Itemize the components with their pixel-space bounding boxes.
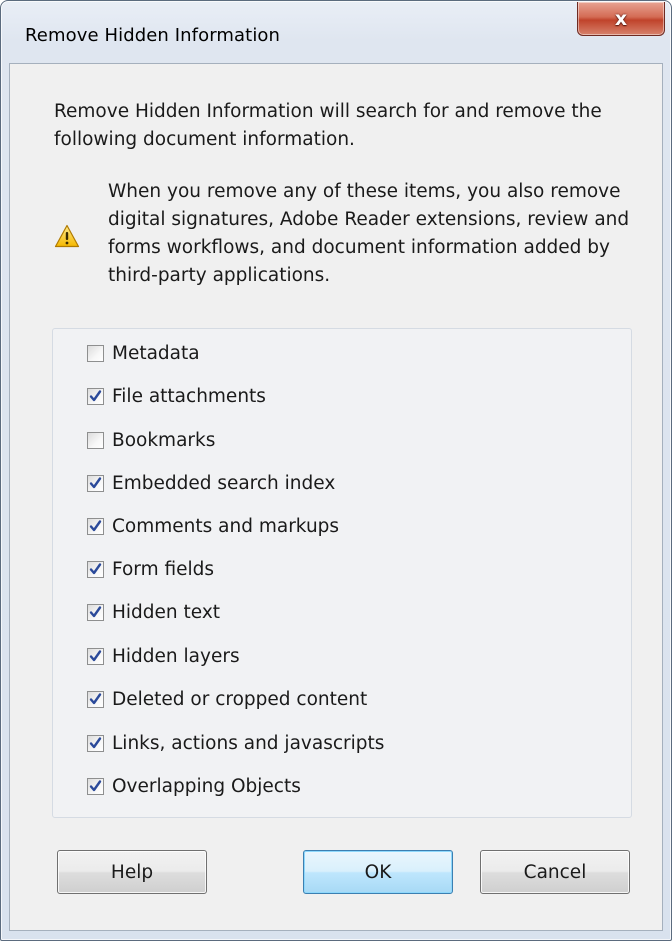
option-label: Form fields xyxy=(112,558,215,580)
option-hidden-text[interactable]: Hidden text xyxy=(87,598,220,626)
intro-text: Remove Hidden Information will search fo… xyxy=(54,101,602,150)
option-label: Links, actions and javascripts xyxy=(112,732,385,754)
option-label: Overlapping Objects xyxy=(112,775,301,797)
embedded-search-index-checkbox[interactable] xyxy=(87,474,104,492)
metadata-checkbox[interactable] xyxy=(87,344,104,362)
hidden-layers-checkbox[interactable] xyxy=(87,647,104,665)
option-overlapping-objects[interactable]: Overlapping Objects xyxy=(87,772,301,800)
close-icon: x xyxy=(614,7,628,30)
option-label: Bookmarks xyxy=(112,429,216,451)
dialog-body: Remove Hidden Information will search fo… xyxy=(9,63,663,931)
option-links-actions-javascripts[interactable]: Links, actions and javascripts xyxy=(87,729,384,757)
ok-button[interactable]: OK xyxy=(303,850,453,894)
option-comments-and-markups[interactable]: Comments and markups xyxy=(87,512,339,540)
options-panel: Metadata File attachments Bookmarks Embe… xyxy=(52,328,632,818)
check-mark-icon xyxy=(89,692,102,704)
hidden-text-checkbox[interactable] xyxy=(87,603,104,621)
check-mark-icon xyxy=(89,649,102,661)
check-mark-icon xyxy=(89,779,102,791)
window-title: Remove Hidden Information xyxy=(25,25,281,46)
comments-and-markups-checkbox[interactable] xyxy=(87,517,104,535)
check-mark-icon xyxy=(89,736,102,748)
warning-triangle-icon xyxy=(54,224,80,248)
check-mark-icon xyxy=(89,605,102,617)
option-label: Metadata xyxy=(112,342,200,364)
option-label: Comments and markups xyxy=(112,515,340,537)
option-label: File attachments xyxy=(112,385,266,407)
title-bar[interactable]: Remove Hidden Information xyxy=(1,1,671,61)
help-button[interactable]: Help xyxy=(57,850,207,894)
option-deleted-or-cropped-content[interactable]: Deleted or cropped content xyxy=(87,685,367,713)
deleted-or-cropped-content-checkbox[interactable] xyxy=(87,690,104,708)
option-label: Deleted or cropped content xyxy=(112,688,368,710)
check-mark-icon xyxy=(89,476,102,488)
file-attachments-checkbox[interactable] xyxy=(87,387,104,405)
overlapping-objects-checkbox[interactable] xyxy=(87,777,104,795)
check-mark-icon xyxy=(89,562,102,574)
option-hidden-layers[interactable]: Hidden layers xyxy=(87,642,240,670)
option-file-attachments[interactable]: File attachments xyxy=(87,382,266,410)
option-form-fields[interactable]: Form fields xyxy=(87,555,214,583)
bookmarks-checkbox[interactable] xyxy=(87,431,104,449)
option-metadata[interactable]: Metadata xyxy=(87,339,200,367)
close-button[interactable]: x xyxy=(577,2,665,36)
check-mark-icon xyxy=(89,389,102,401)
warning-text: When you remove any of these items, you … xyxy=(108,181,630,286)
option-embedded-search-index[interactable]: Embedded search index xyxy=(87,469,335,497)
option-label: Embedded search index xyxy=(112,472,336,494)
cancel-button[interactable]: Cancel xyxy=(480,850,630,894)
form-fields-checkbox[interactable] xyxy=(87,560,104,578)
option-label: Hidden layers xyxy=(112,645,240,667)
links-actions-javascripts-checkbox[interactable] xyxy=(87,734,104,752)
dialog-window: Remove Hidden Information x Remove Hidde… xyxy=(0,0,672,941)
option-label: Hidden text xyxy=(112,601,221,623)
option-bookmarks[interactable]: Bookmarks xyxy=(87,426,215,454)
check-mark-icon xyxy=(89,519,102,531)
